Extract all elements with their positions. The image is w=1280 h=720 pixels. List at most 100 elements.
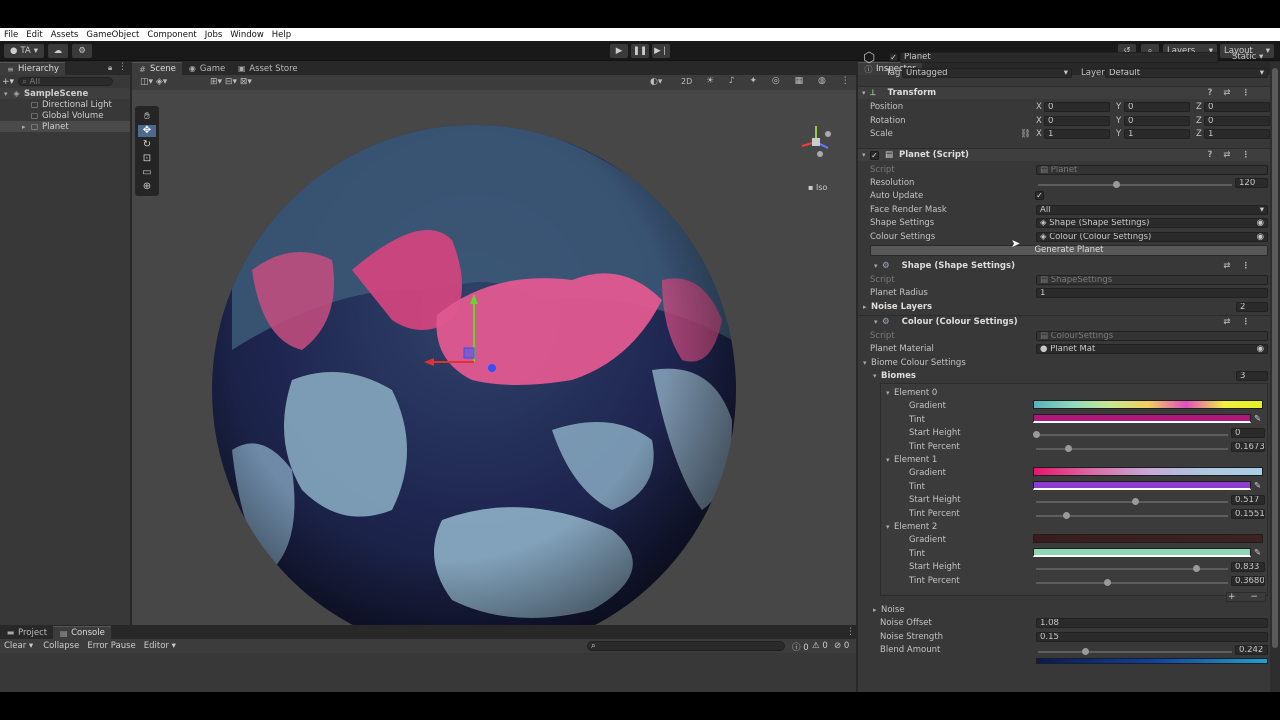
transform-rotation-y-field[interactable]: 0: [1124, 115, 1190, 126]
fold-closed-icon[interactable]: ▸: [22, 123, 30, 131]
colour-settings-field[interactable]: ◈ Colour (Colour Settings) ◉: [1036, 232, 1268, 242]
noise-strength-field[interactable]: 0.15: [1036, 632, 1268, 642]
element-0-gradient-field[interactable]: [1033, 400, 1263, 409]
element-1-tint-color[interactable]: [1033, 481, 1251, 490]
generate-planet-button[interactable]: Generate Planet: [870, 245, 1268, 256]
console-search-input[interactable]: ⌕: [587, 641, 785, 651]
transform-scale-y-field[interactable]: 1: [1124, 129, 1190, 139]
element-0-start-height-slider[interactable]: [1036, 434, 1228, 436]
menu-window[interactable]: Window: [230, 30, 264, 40]
fold-open-icon[interactable]: ▾: [862, 89, 870, 97]
noise-layers-count[interactable]: 2: [1236, 302, 1268, 312]
more-icon[interactable]: ⋮: [846, 627, 855, 637]
add-remove-element-buttons[interactable]: + −: [1226, 592, 1266, 602]
element-0-tint-color[interactable]: [1033, 414, 1251, 423]
transform-rotation-x-field[interactable]: 0: [1044, 115, 1110, 126]
noise-layers-foldout[interactable]: ▸ Noise Layers: [863, 302, 932, 312]
toggle-2d-button[interactable]: 2D: [681, 77, 692, 86]
transform-rotation-z-field[interactable]: 0: [1204, 115, 1270, 126]
pause-button[interactable]: ❚❚: [631, 44, 649, 58]
shading-icon[interactable]: ◐▾: [650, 77, 662, 87]
element-2-start-height-knob[interactable]: [1192, 565, 1200, 572]
hierarchy-search-input[interactable]: ⌕ All: [18, 77, 114, 86]
error-pause-button[interactable]: Error Pause: [87, 641, 135, 651]
component-menu-icons[interactable]: ⇄ ⋮: [1223, 317, 1254, 327]
blend-amount-field[interactable]: 0.242: [1235, 645, 1268, 655]
static-toggle[interactable]: Static ▾: [1232, 52, 1263, 62]
hand-tool-icon[interactable]: ✋︎: [138, 111, 156, 123]
account-dropdown[interactable]: ● TA ▾: [4, 44, 44, 58]
snap-icon[interactable]: ⊞▾ ⊟▾ ⊠▾: [210, 77, 252, 87]
move-tool-icon[interactable]: ✥: [138, 125, 156, 137]
element-0-foldout[interactable]: ▾ Element 0: [886, 388, 937, 398]
object-picker-icon[interactable]: ◉: [1257, 233, 1264, 241]
menu-component[interactable]: Component: [147, 30, 196, 40]
iso-label[interactable]: ▪ Iso: [808, 183, 827, 192]
play-button[interactable]: ▶: [610, 44, 628, 58]
element-0-tint-percent-field[interactable]: 0.16731: [1231, 442, 1265, 452]
transform-position-x-field[interactable]: 0: [1044, 102, 1110, 112]
tag-dropdown[interactable]: Untagged ▾: [902, 68, 1072, 78]
lock-icon[interactable]: 🔒︎: [108, 63, 112, 73]
element-2-tint-percent-knob[interactable]: [1103, 579, 1111, 586]
transform-position-y-field[interactable]: 0: [1124, 102, 1190, 112]
eyedropper-icon[interactable]: ✎: [1254, 481, 1261, 491]
menu-assets[interactable]: Assets: [51, 30, 79, 40]
add-icon[interactable]: +▾: [2, 77, 14, 87]
collab-icon[interactable]: ⚙: [72, 44, 92, 58]
editor-dropdown[interactable]: Editor ▾: [144, 641, 176, 651]
element-2-start-height-field[interactable]: 0.833: [1231, 562, 1265, 572]
z-axis-handle[interactable]: [488, 364, 496, 372]
colour-settings-header[interactable]: ▾ ⚙ Colour (Colour Settings) ⇄ ⋮: [858, 315, 1270, 328]
element-1-tint-percent-field[interactable]: 0.15514: [1231, 509, 1265, 519]
list-item[interactable]: ▢ Directional Light: [0, 99, 130, 110]
menu-gameobject[interactable]: GameObject: [86, 30, 139, 40]
tab-asset-store[interactable]: ▣ Asset Store: [231, 62, 304, 75]
transform-header[interactable]: ▾ ⟂ Transform ? ⇄ ⋮: [858, 86, 1270, 99]
eyedropper-icon[interactable]: ✎: [1254, 548, 1261, 558]
active-checkbox[interactable]: ✓: [889, 53, 898, 62]
planet-radius-field[interactable]: 1: [1036, 288, 1268, 298]
resolution-slider-knob[interactable]: [1112, 181, 1120, 188]
element-0-start-height-field[interactable]: 0: [1231, 428, 1265, 438]
face-render-mask-dropdown[interactable]: All ▾: [1036, 205, 1268, 215]
collapse-button[interactable]: Collapse: [43, 641, 79, 651]
element-2-tint-percent-field[interactable]: 0.36800: [1231, 576, 1265, 586]
object-name-field[interactable]: Planet: [900, 52, 1218, 63]
inspector-scrollbar[interactable]: [1270, 62, 1280, 692]
shape-settings-field[interactable]: ◈ Shape (Shape Settings) ◉: [1036, 218, 1268, 228]
warning-count-badge[interactable]: ⚠ 0: [812, 641, 828, 651]
menu-file[interactable]: File: [4, 30, 18, 40]
transform-scale-z-field[interactable]: 1: [1204, 129, 1270, 139]
scene-row[interactable]: ▾ ◈ SampleScene: [0, 88, 130, 99]
resolution-field[interactable]: 120: [1235, 178, 1268, 188]
layer-dropdown[interactable]: Default ▾: [1105, 68, 1268, 78]
auto-update-checkbox[interactable]: ✓: [1035, 191, 1044, 200]
menu-edit[interactable]: Edit: [26, 30, 42, 40]
transform-tool-icon[interactable]: ⊕: [138, 181, 156, 193]
element-0-start-height-knob[interactable]: [1033, 431, 1040, 438]
eyedropper-icon[interactable]: ✎: [1254, 414, 1261, 424]
element-2-gradient-field[interactable]: [1033, 534, 1263, 543]
error-count-badge[interactable]: ⊘ 0: [834, 641, 849, 651]
component-enable-checkbox[interactable]: ✓: [870, 150, 879, 160]
fold-open-icon[interactable]: ▾: [4, 90, 12, 98]
menu-help[interactable]: Help: [272, 30, 291, 40]
component-menu-icons[interactable]: ? ⇄ ⋮: [1208, 150, 1254, 160]
ocean-colour-gradient[interactable]: [1036, 658, 1268, 664]
scene-overlay-icons[interactable]: ☀ ♪ ✦ ◎ ▦ ◍ ⋮: [706, 76, 856, 86]
element-0-tint-percent-knob[interactable]: [1065, 445, 1073, 452]
rotate-tool-icon[interactable]: ↻: [138, 139, 156, 151]
biome-colour-settings-foldout[interactable]: ▾ Biome Colour Settings: [863, 358, 966, 368]
blend-amount-slider[interactable]: [1038, 651, 1232, 653]
fold-open-icon[interactable]: ▾: [862, 151, 870, 159]
link-icon[interactable]: ⛓: [1020, 129, 1031, 139]
rect-tool-icon[interactable]: ▭: [138, 167, 156, 179]
resolution-slider[interactable]: [1038, 184, 1232, 186]
shape-settings-header[interactable]: ▾ ⚙ Shape (Shape Settings) ⇄ ⋮: [858, 259, 1270, 272]
tab-game[interactable]: ◉ Game: [181, 62, 232, 75]
object-picker-icon[interactable]: ◉: [1257, 219, 1264, 227]
transform-scale-x-field[interactable]: 1: [1044, 129, 1110, 139]
fold-open-icon[interactable]: ▾: [874, 318, 882, 326]
step-button[interactable]: ▶❘: [652, 44, 670, 58]
